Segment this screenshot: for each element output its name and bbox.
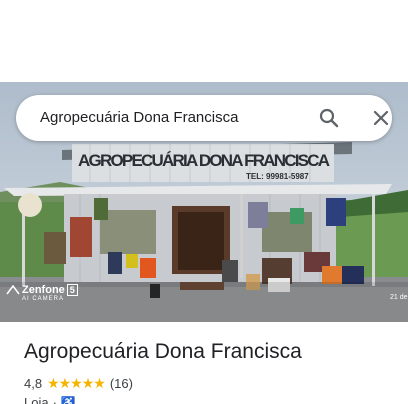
search-icon[interactable]	[318, 107, 340, 129]
review-count[interactable]: (16)	[110, 376, 133, 391]
watermark-model: 5	[66, 284, 78, 296]
search-bar[interactable]: Agropecuária Dona Francisca	[16, 95, 392, 141]
sign-text: AGROPECUÁRIA DONA FRANCISCA	[78, 151, 330, 170]
photo-date-stamp: 21 de	[390, 294, 408, 301]
place-category: Loja	[24, 395, 49, 404]
category-separator: ·	[52, 395, 57, 404]
top-blank-area	[0, 0, 408, 82]
camera-watermark: Zenfone 5 AI CAMERA	[6, 284, 78, 302]
rating-stars-icon: ★★★★★	[47, 374, 106, 391]
watermark-brand-text: Zenfone	[22, 284, 65, 296]
zenfone-logo-icon	[6, 285, 20, 295]
watermark-brand: Zenfone 5	[6, 284, 78, 296]
category-row: Loja · ♿	[24, 395, 76, 404]
place-title: Agropecuária Dona Francisca	[24, 340, 302, 363]
close-icon[interactable]	[370, 107, 392, 129]
rating-row[interactable]: 4,8 ★★★★★ (16)	[24, 374, 133, 392]
sign-phone: TEL: 99981-5987	[246, 172, 309, 181]
wheelchair-icon: ♿	[60, 395, 76, 404]
search-input[interactable]: Agropecuária Dona Francisca	[40, 95, 238, 141]
rating-value: 4,8	[24, 375, 43, 391]
watermark-sub: AI CAMERA	[22, 296, 65, 302]
